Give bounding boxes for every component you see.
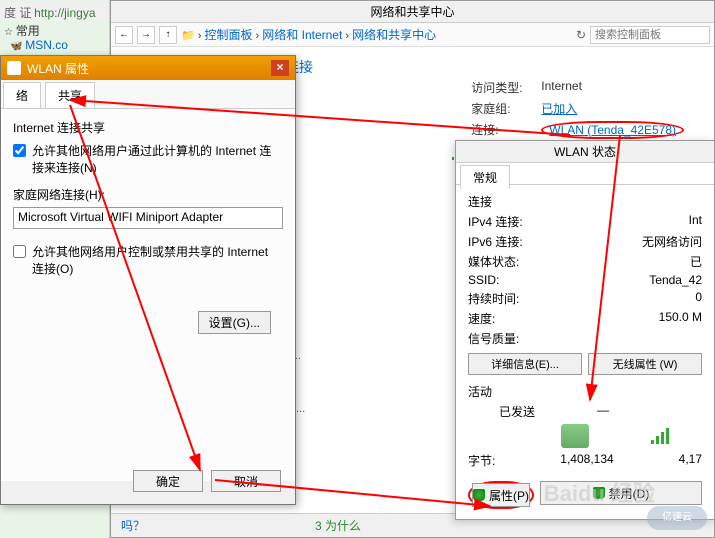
sent-label: 已发送 (499, 403, 535, 420)
duration-value: 0 (695, 290, 702, 307)
wlan-props-title-text: WLAN 属性 (27, 60, 271, 77)
nav-forward-button[interactable]: → (137, 26, 155, 44)
activity-section-title: 活动 (468, 383, 702, 400)
details-button[interactable]: 详细信息(E)... (468, 353, 582, 375)
browser-address-bar[interactable]: 度 证 http://jingya (0, 2, 109, 20)
dialog-button-row: 确定 取消 (133, 470, 281, 492)
allow-control-label: 允许其他网络用户控制或禁用共享的 Internet 连接(O) (32, 243, 283, 277)
access-type-value: Internet (541, 79, 582, 96)
home-connection-select[interactable]: Microsoft Virtual WIFI Miniport Adapter (13, 207, 283, 229)
baidu-watermark: Baidu 经验 (544, 476, 655, 508)
duration-label: 持续时间: (468, 290, 519, 307)
nav-back-button[interactable]: ← (115, 26, 133, 44)
yisu-cloud-logo: 亿速云 (647, 506, 707, 530)
properties-button-highlight: 属性(P) (468, 481, 534, 509)
bytes-label: 字节: (468, 452, 495, 469)
connection-label: 连接: (471, 121, 531, 139)
wlan-status-dialog: WLAN 状态 常规 连接 IPv4 连接: Int IPv6 连接: 无网络访问 … (455, 140, 715, 520)
home-connection-label: 家庭网络连接(H): (13, 186, 283, 203)
close-button[interactable]: × (271, 60, 289, 76)
media-value: 已 (690, 253, 702, 270)
ipv6-value: 无网络访问 (642, 233, 702, 250)
properties-button[interactable]: 属性(P) (472, 483, 530, 507)
wlan-props-tabs: 络 共享 (1, 80, 295, 109)
homegroup-value[interactable]: 已加入 (541, 100, 577, 117)
explorer-nav-bar: ← → ↑ 📁 › 控制面板 › 网络和 Internet › 网络和共享中心 … (111, 23, 714, 47)
homegroup-label: 家庭组: (471, 100, 531, 117)
allow-control-checkbox[interactable] (13, 245, 26, 258)
speed-value: 150.0 M (659, 310, 702, 327)
ok-button[interactable]: 确定 (133, 470, 203, 492)
shield-icon (473, 489, 485, 501)
question-2[interactable]: 3 为什么 (315, 517, 361, 534)
wlan-properties-dialog: WLAN 属性 × 络 共享 Internet 连接共享 允许其他网络用户通过此… (0, 55, 296, 505)
wlan-props-body: Internet 连接共享 允许其他网络用户通过此计算机的 Internet 连… (1, 109, 295, 481)
computer-icon (561, 424, 589, 448)
bytes-recv: 4,17 (679, 452, 702, 469)
addr-prefix: 度 证 (4, 6, 31, 20)
media-label: 媒体状态: (468, 253, 519, 270)
allow-control-checkbox-row: 允许其他网络用户控制或禁用共享的 Internet 连接(O) (13, 243, 283, 277)
nav-up-button[interactable]: ↑ (159, 26, 177, 44)
allow-sharing-label: 允许其他网络用户通过此计算机的 Internet 连接来连接(N) (32, 142, 283, 176)
wlan-status-body: 连接 IPv4 连接: Int IPv6 连接: 无网络访问 媒体状态: 已 SSID… (456, 185, 714, 480)
connection-section-title: 连接 (468, 193, 702, 210)
search-input[interactable] (590, 26, 710, 44)
tab-sharing[interactable]: 共享 (45, 82, 95, 108)
ipv4-value: Int (689, 213, 702, 230)
wlan-props-titlebar[interactable]: WLAN 属性 × (1, 56, 295, 80)
ics-section-title: Internet 连接共享 (13, 119, 283, 136)
allow-sharing-checkbox[interactable] (13, 144, 26, 157)
bytes-sent: 1,408,134 (560, 452, 613, 469)
wlan-status-tabs: 常规 (456, 163, 714, 185)
wireless-properties-button[interactable]: 无线属性 (W) (588, 353, 702, 375)
breadcrumb[interactable]: 📁 › 控制面板 › 网络和 Internet › 网络和共享中心 (181, 26, 572, 43)
settings-button[interactable]: 设置(G)... (198, 311, 271, 334)
addr-url: http://jingya (34, 6, 95, 20)
wlan-props-icon (7, 61, 21, 75)
access-type-label: 访问类型: (471, 79, 531, 96)
signal-label: 信号质量: (468, 330, 519, 347)
connection-link[interactable]: WLAN (Tenda_42E578) (541, 121, 684, 139)
bookmark-bar: ☆ 常用 (4, 22, 40, 39)
cancel-button[interactable]: 取消 (211, 470, 281, 492)
allow-sharing-checkbox-row: 允许其他网络用户通过此计算机的 Internet 连接来连接(N) (13, 142, 283, 176)
ipv6-label: IPv6 连接: (468, 233, 523, 250)
ssid-value: Tenda_42 (649, 273, 702, 287)
signal-bars-icon (651, 428, 671, 444)
refresh-icon[interactable]: ↻ (576, 28, 586, 42)
tab-network[interactable]: 络 (3, 82, 41, 108)
window-title: 网络和共享中心 (111, 1, 714, 23)
question-1[interactable]: 吗？ (121, 517, 145, 534)
network-info-panel: 访问类型: Internet 家庭组: 已加入 连接: WLAN (Tenda_42E… (471, 79, 684, 143)
tab-general[interactable]: 常规 (460, 165, 510, 189)
speed-label: 速度: (468, 310, 495, 327)
ssid-label: SSID: (468, 273, 499, 287)
wlan-status-title: WLAN 状态 (456, 141, 714, 163)
activity-icons (468, 424, 702, 448)
ipv4-label: IPv4 连接: (468, 213, 523, 230)
msn-link[interactable]: 🦋 MSN.co (10, 38, 68, 52)
